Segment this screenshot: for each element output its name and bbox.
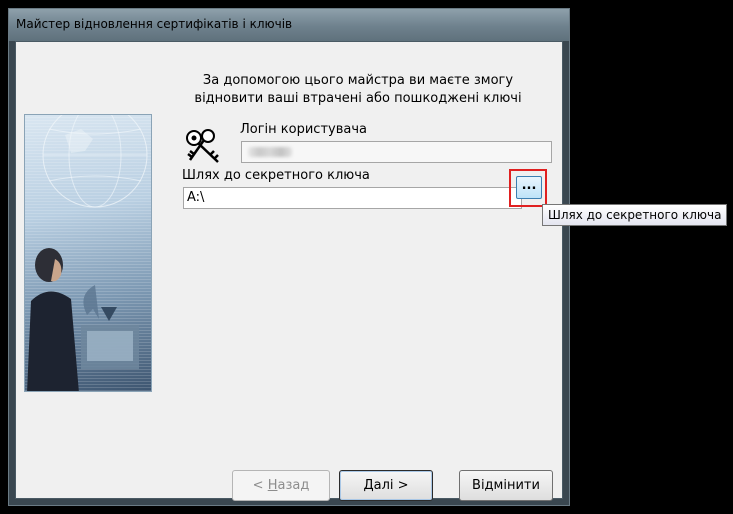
back-button-prefix: < <box>252 478 268 493</box>
intro-text: За допомогою цього майстра ви маєте змог… <box>178 72 538 108</box>
wizard-side-image <box>24 114 152 392</box>
wizard-window: Майстер відновлення сертифікатів і ключі… <box>8 8 570 506</box>
key-path-label: Шлях до секретного ключа <box>182 168 370 183</box>
wizard-content: За допомогою цього майстра ви маєте змог… <box>15 41 563 499</box>
keys-icon <box>186 129 219 163</box>
title-bar[interactable]: Майстер відновлення сертифікатів і ключі… <box>9 9 569 41</box>
next-button-label: алі > <box>373 478 409 493</box>
intro-line-2: відновити ваші втрачені або пошкоджені к… <box>194 91 522 106</box>
window-title: Майстер відновлення сертифікатів і ключі… <box>16 17 293 31</box>
side-image-art <box>27 115 148 391</box>
login-field[interactable] <box>241 141 552 163</box>
next-button-accel: Д <box>363 478 374 493</box>
key-path-value: A:\ <box>187 190 205 205</box>
cancel-button[interactable]: Відмінити <box>459 470 553 501</box>
back-button[interactable]: < Назад <box>232 470 330 501</box>
intro-line-1: За допомогою цього майстра ви маєте змог… <box>202 73 514 88</box>
login-label: Логін користувача <box>240 122 367 137</box>
redacted-login <box>248 147 292 157</box>
browse-button[interactable]: ... <box>516 176 542 199</box>
key-path-input[interactable]: A:\ <box>183 187 522 209</box>
next-button[interactable]: Далі > <box>339 470 433 501</box>
back-button-label: азад <box>277 478 310 493</box>
browse-tooltip: Шлях до секретного ключа <box>542 204 728 226</box>
